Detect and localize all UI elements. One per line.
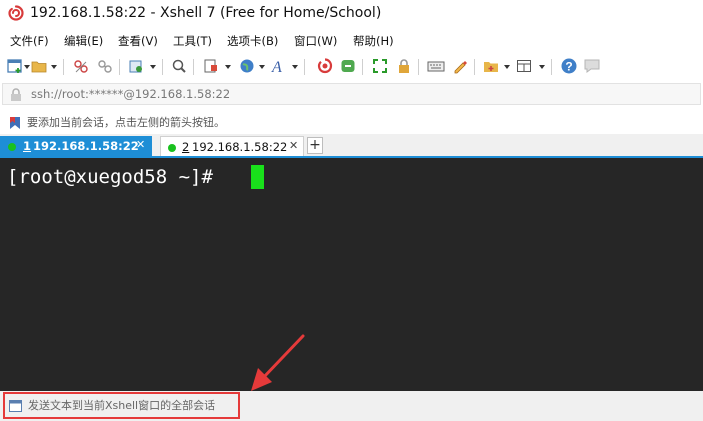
terminal-area[interactable]: [root@xuegod58 ~]# — [0, 158, 703, 391]
title-bar: 192.168.1.58:22 - Xshell 7 (Free for Hom… — [0, 0, 703, 26]
window-title: 192.168.1.58:22 - Xshell 7 (Free for Hom… — [30, 5, 382, 21]
menu-file[interactable]: 文件(F) — [10, 33, 49, 49]
svg-text:A: A — [271, 59, 282, 75]
address-bar[interactable]: ssh://root:******@192.168.1.58:22 — [2, 83, 701, 105]
tab-label: 192.168.1.58:22 — [192, 140, 288, 154]
disconnect-icon[interactable] — [73, 57, 89, 77]
toolbar-separator — [551, 59, 552, 75]
menu-tools[interactable]: 工具(T) — [173, 33, 212, 49]
terminal-cursor — [251, 165, 264, 189]
tab-number: 2 — [182, 140, 190, 154]
toolbar-separator — [63, 59, 64, 75]
hint-bar: 要添加当前会话，点击左侧的箭头按钮。 — [0, 112, 703, 134]
font-icon[interactable]: A — [271, 57, 289, 77]
chevron-down-icon[interactable] — [292, 65, 298, 69]
xftp-icon[interactable] — [317, 57, 333, 77]
close-icon[interactable]: ✕ — [136, 138, 145, 152]
menu-help[interactable]: 帮助(H) — [353, 33, 394, 49]
toolbar-separator — [162, 59, 163, 75]
tab-session-1[interactable]: 1 192.168.1.58:22 ✕ — [0, 136, 152, 158]
chevron-down-icon[interactable] — [24, 65, 30, 69]
compose-bar: 发送文本到当前Xshell窗口的全部会话 — [0, 391, 703, 421]
toolbar-separator — [193, 59, 194, 75]
tab-number: 1 — [23, 139, 32, 153]
tab-strip: 1 192.168.1.58:22 ✕ 2 192.168.1.58:22 ✕ … — [0, 134, 703, 158]
chevron-down-icon[interactable] — [150, 65, 156, 69]
new-tab-button[interactable]: + — [307, 137, 323, 154]
hint-text: 要添加当前会话，点击左侧的箭头按钮。 — [27, 116, 225, 129]
chevron-down-icon[interactable] — [259, 65, 265, 69]
annotation-highlight-box — [3, 392, 240, 419]
bookmark-arrow-icon[interactable] — [9, 116, 21, 133]
connected-status-icon — [168, 144, 176, 152]
lock-icon[interactable] — [396, 57, 412, 77]
new-session-icon[interactable] — [7, 57, 23, 77]
toolbar-separator — [362, 59, 363, 75]
toolbar-separator — [474, 59, 475, 75]
connected-status-icon — [8, 143, 16, 151]
close-icon[interactable]: ✕ — [289, 139, 298, 153]
new-folder-icon[interactable] — [483, 57, 499, 77]
menu-view[interactable]: 查看(V) — [118, 33, 158, 49]
xshell-logo-icon — [8, 5, 24, 21]
open-folder-icon[interactable] — [31, 57, 47, 77]
help-icon[interactable]: ? — [560, 57, 578, 77]
fullscreen-icon[interactable] — [372, 57, 388, 77]
svg-text:?: ? — [565, 60, 572, 74]
chevron-down-icon[interactable] — [225, 65, 231, 69]
menu-window[interactable]: 窗口(W) — [294, 33, 337, 49]
layout-icon[interactable] — [516, 57, 532, 77]
transfer-settings-icon[interactable] — [128, 57, 144, 77]
reconnect-icon[interactable] — [97, 57, 113, 77]
tab-session-2[interactable]: 2 192.168.1.58:22 ✕ — [160, 136, 304, 156]
menu-bar: 文件(F) 编辑(E) 查看(V) 工具(T) 选项卡(B) 窗口(W) 帮助(… — [0, 30, 703, 52]
menu-tabs[interactable]: 选项卡(B) — [227, 33, 278, 49]
chevron-down-icon[interactable] — [504, 65, 510, 69]
chevron-down-icon[interactable] — [539, 65, 545, 69]
shell-prompt: [root@xuegod58 ~]# — [7, 166, 225, 188]
find-icon[interactable] — [171, 57, 187, 77]
toolbar: A ? — [0, 54, 703, 80]
toolbar-separator — [119, 59, 120, 75]
toolbar-separator — [304, 59, 305, 75]
globe-icon[interactable] — [239, 57, 255, 77]
address-value: ssh://root:******@192.168.1.58:22 — [31, 87, 231, 101]
toolbar-separator — [418, 59, 419, 75]
menu-edit[interactable]: 编辑(E) — [64, 33, 103, 49]
properties-icon[interactable] — [203, 57, 219, 77]
chat-icon[interactable] — [583, 57, 601, 77]
chevron-down-icon[interactable] — [51, 65, 57, 69]
lock-icon — [10, 88, 22, 105]
xagent-icon[interactable] — [340, 57, 356, 77]
keyboard-icon[interactable] — [427, 57, 445, 77]
highlight-icon[interactable] — [452, 57, 468, 77]
tab-label: 192.168.1.58:22 — [33, 139, 139, 153]
